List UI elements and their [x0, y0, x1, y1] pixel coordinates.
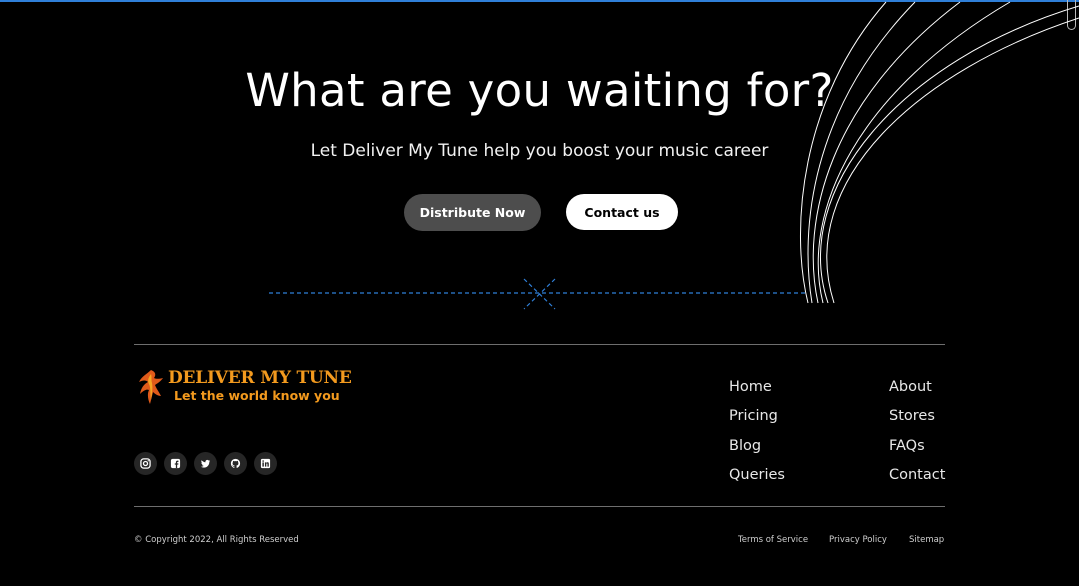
nav-link-stores[interactable]: Stores — [889, 402, 945, 431]
facebook-icon[interactable] — [164, 452, 187, 475]
hero-title: What are you waiting for? — [245, 64, 834, 117]
distribute-now-button[interactable]: Distribute Now — [404, 194, 541, 231]
privacy-policy-link[interactable]: Privacy Policy — [829, 535, 887, 545]
instagram-icon[interactable] — [134, 452, 157, 475]
terms-of-service-link[interactable]: Terms of Service — [738, 535, 808, 545]
nav-link-contact[interactable]: Contact — [889, 461, 945, 490]
social-links — [134, 452, 277, 475]
copyright-text: © Copyright 2022, All Rights Reserved — [134, 535, 299, 545]
contact-us-button[interactable]: Contact us — [566, 194, 678, 230]
footer-top-divider — [134, 344, 945, 345]
sitemap-link[interactable]: Sitemap — [909, 535, 944, 545]
brand-tagline: Let the world know you — [174, 388, 340, 403]
brand-logo[interactable]: DELIVER MY TUNE Let the world know you — [137, 368, 352, 406]
phoenix-bird-icon — [139, 370, 163, 404]
footer-bottom-divider — [134, 506, 945, 507]
nav-link-blog[interactable]: Blog — [729, 432, 785, 461]
github-icon[interactable] — [224, 452, 247, 475]
hero-subtitle: Let Deliver My Tune help you boost your … — [310, 141, 769, 161]
nav-link-pricing[interactable]: Pricing — [729, 402, 785, 431]
footer-nav-column-1: Home Pricing Blog Queries — [729, 373, 785, 490]
nav-link-about[interactable]: About — [889, 373, 945, 402]
twitter-icon[interactable] — [194, 452, 217, 475]
brand-name: DELIVER MY TUNE — [168, 368, 352, 388]
nav-link-queries[interactable]: Queries — [729, 461, 785, 490]
linkedin-icon[interactable] — [254, 452, 277, 475]
nav-link-home[interactable]: Home — [729, 373, 785, 402]
nav-link-faqs[interactable]: FAQs — [889, 432, 945, 461]
footer-nav-column-2: About Stores FAQs Contact — [889, 373, 945, 490]
